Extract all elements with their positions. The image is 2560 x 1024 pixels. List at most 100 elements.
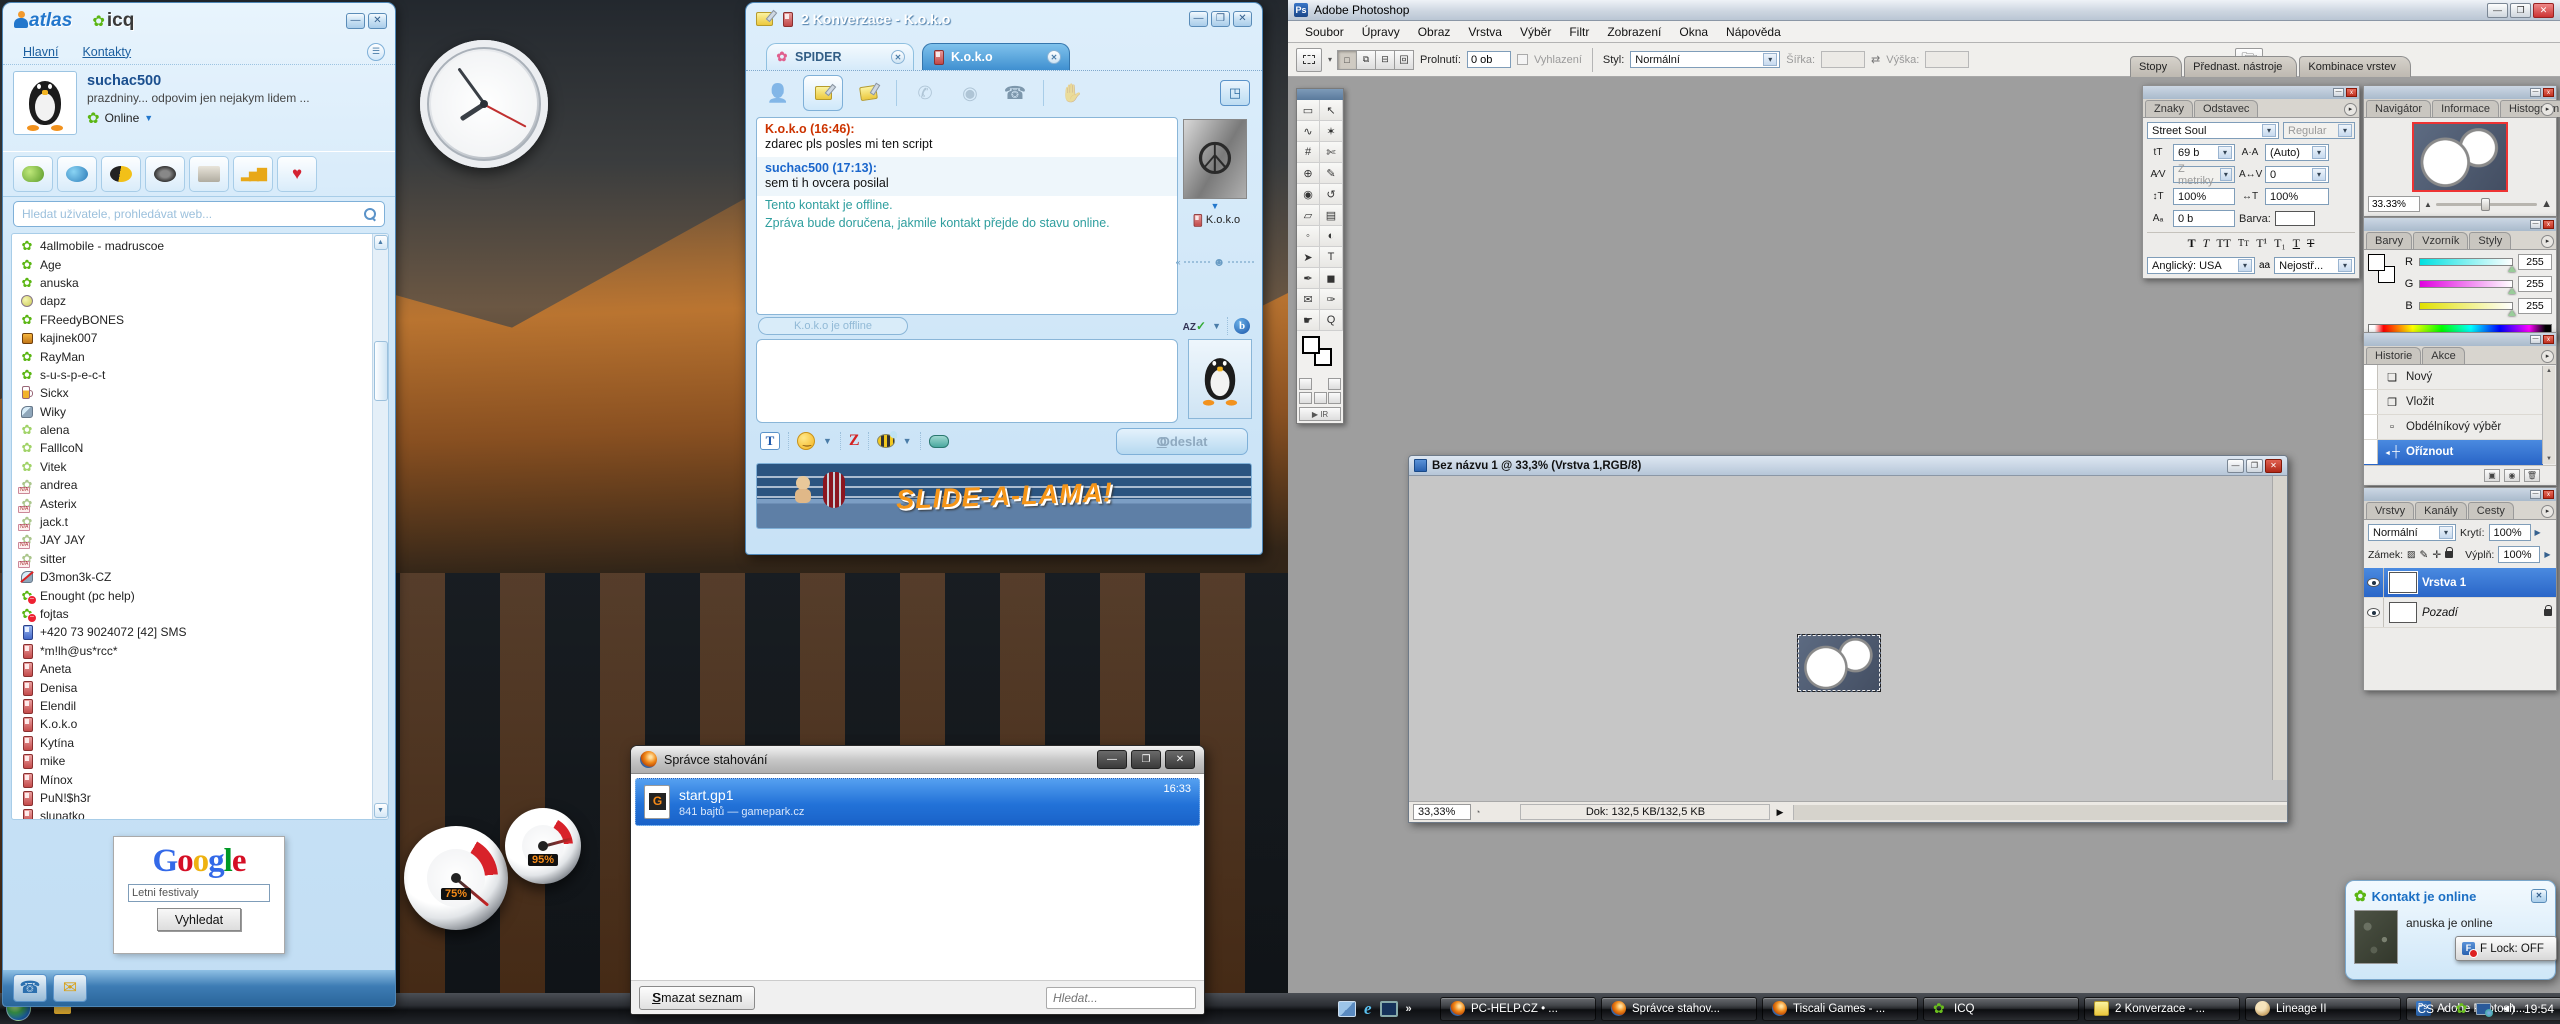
send-button[interactable]: OOdeslat — [1116, 428, 1248, 455]
horizontal-scale-field[interactable]: 100% — [2265, 188, 2329, 205]
panel-tab[interactable]: Navigátor — [2366, 100, 2431, 117]
history-source-well[interactable] — [2364, 390, 2378, 414]
history-step[interactable]: Obdélníkový výběr — [2364, 415, 2543, 440]
webcam-icon[interactable]: ◉ — [950, 75, 990, 111]
contact-row[interactable]: RayMan — [12, 347, 372, 365]
lock-all-icon[interactable] — [2445, 551, 2453, 558]
panel-tab[interactable]: Historie — [2366, 347, 2421, 364]
taskbar-button[interactable]: PC-HELP.CZ • ... — [1440, 997, 1596, 1021]
download-item[interactable]: start.gp1 841 bajtů — gamepark.cz 16:33 — [635, 778, 1200, 826]
tool-button[interactable]: ➤ — [1297, 247, 1320, 268]
scrollbar-thumb[interactable] — [374, 341, 388, 401]
contact-row[interactable]: alena — [12, 421, 372, 439]
help-heart-icon[interactable]: ♥ — [277, 156, 317, 192]
contact-list-scrollbar[interactable]: ▲ ▼ — [372, 234, 388, 819]
vertical-scale-field[interactable]: 100% — [2173, 188, 2235, 205]
tool-button[interactable]: T — [1320, 247, 1343, 268]
tool-button[interactable]: ▭ — [1297, 100, 1320, 121]
layer-visibility-toggle[interactable] — [2364, 598, 2384, 627]
search-icon[interactable] — [364, 208, 376, 220]
channel-slider[interactable] — [2419, 280, 2513, 288]
standard-mode-button[interactable] — [1299, 378, 1312, 390]
kerning-select[interactable]: Z metriky▾ — [2173, 166, 2235, 183]
news-icon[interactable] — [189, 156, 229, 192]
chevron-down-icon[interactable]: ▼ — [1211, 201, 1220, 211]
menu-item[interactable]: Vrstva — [1459, 22, 1511, 42]
clock-widget[interactable] — [420, 40, 548, 168]
lock-pixels-icon[interactable]: ✎ — [2420, 549, 2429, 561]
contact-row[interactable]: Mínox — [12, 770, 372, 788]
navigator-zoom-field[interactable]: 33.33% — [2368, 196, 2420, 212]
italic-button[interactable]: T — [2203, 236, 2210, 251]
tool-button[interactable]: ✄ — [1320, 142, 1343, 163]
menu-item[interactable]: Obraz — [1409, 22, 1460, 42]
zoom-in-icon[interactable]: ▲ — [2541, 198, 2552, 210]
contact-row[interactable]: dapz — [12, 292, 372, 310]
screen-mode-1[interactable] — [1299, 392, 1312, 404]
panel-titlebar[interactable]: —x — [2364, 86, 2556, 99]
contact-row[interactable]: kajinek007 — [12, 329, 372, 347]
scroll-down-icon[interactable]: ▼ — [374, 803, 388, 818]
channel-value[interactable]: 255 — [2518, 276, 2552, 292]
blend-mode-select[interactable]: Normální▾ — [2368, 524, 2456, 541]
channel-value[interactable]: 255 — [2518, 298, 2552, 314]
document-canvas[interactable] — [1409, 476, 2287, 801]
panel-close-icon[interactable]: x — [2346, 88, 2357, 97]
panel-titlebar[interactable]: —x — [2364, 488, 2556, 501]
palette-tab[interactable]: Kombinace vrstev — [2299, 56, 2410, 77]
fax-icon[interactable]: ☎ — [995, 75, 1035, 111]
tool-button[interactable]: ✒ — [1297, 268, 1320, 289]
selection-mode-intersect[interactable]: 回 — [1394, 50, 1414, 70]
icq-people-icon[interactable] — [101, 156, 141, 192]
gauge-widget-cpu[interactable]: 75% — [404, 826, 508, 930]
channel-slider[interactable] — [2419, 258, 2513, 266]
fill-field[interactable]: 100% — [2498, 546, 2540, 563]
lock-position-icon[interactable]: ✛ — [2432, 549, 2441, 561]
palette-tab[interactable]: Přednast. nástroje — [2184, 56, 2297, 77]
panel-tab[interactable]: Akce — [2422, 347, 2464, 364]
minimize-button[interactable]: — — [1097, 750, 1127, 769]
message-input[interactable] — [756, 339, 1178, 423]
contact-row[interactable]: slunatko — [12, 807, 372, 820]
phone-icon[interactable]: ☎ — [13, 974, 47, 1002]
history-step[interactable]: Nový — [2364, 365, 2543, 390]
underline-button[interactable]: T — [2293, 236, 2300, 251]
contact-row[interactable]: Enought (pc help) — [12, 586, 372, 604]
scroll-up-icon[interactable]: ▲ — [374, 235, 388, 250]
contact-row[interactable]: Asterix — [12, 494, 372, 512]
navigator-thumbnail[interactable] — [2412, 122, 2508, 192]
zoom-slider[interactable] — [2436, 203, 2537, 206]
contact-row[interactable]: JAY JAY — [12, 531, 372, 549]
all-caps-button[interactable]: TT — [2216, 236, 2231, 251]
panel-titlebar[interactable]: —x — [2364, 333, 2556, 346]
contact-row[interactable]: Kytína — [12, 734, 372, 752]
selection-mode-subtract[interactable]: ⊟ — [1375, 50, 1395, 70]
panel-tab[interactable]: Kanály — [2415, 502, 2467, 519]
tool-button[interactable]: ◼ — [1320, 268, 1343, 289]
panel-close-icon[interactable]: x — [2543, 220, 2554, 229]
panel-minimize-icon[interactable]: — — [2530, 335, 2541, 344]
layer-row[interactable]: Vrstva 1 — [2364, 568, 2556, 598]
contact-row[interactable]: Wiky — [12, 403, 372, 421]
contact-row[interactable]: mike — [12, 752, 372, 770]
buzz-icon[interactable] — [877, 434, 895, 448]
conversation-tab[interactable]: K.o.k.o ✕ — [922, 43, 1070, 70]
tool-button[interactable]: ◐ — [1320, 226, 1343, 247]
my-computer-icon[interactable] — [1380, 1001, 1398, 1017]
menu-item[interactable]: Nápověda — [1717, 22, 1790, 42]
maximize-button[interactable]: ❐ — [2510, 3, 2531, 18]
search-box[interactable] — [13, 201, 385, 227]
taskbar-button[interactable]: Tiscali Games - ... — [1762, 997, 1918, 1021]
minimize-button[interactable]: — — [346, 13, 365, 29]
chevron-down-icon[interactable]: ▼ — [823, 436, 832, 446]
selection-mode-add[interactable]: ⧉ — [1356, 50, 1376, 70]
icq-titlebar[interactable]: atlas ✿ icq — ✕ — [3, 3, 395, 39]
dm-search-input[interactable] — [1046, 987, 1196, 1009]
text-format-icon[interactable]: T — [760, 432, 780, 450]
color-swatches[interactable] — [1300, 334, 1340, 374]
conversation-tab[interactable]: SPIDER ✕ — [766, 43, 914, 70]
baseline-field[interactable]: 0 b — [2173, 210, 2235, 227]
games-icon[interactable] — [929, 435, 949, 448]
text-color-swatch[interactable] — [2275, 211, 2315, 226]
fill-slider-arrow[interactable]: ▶ — [2544, 550, 2550, 559]
